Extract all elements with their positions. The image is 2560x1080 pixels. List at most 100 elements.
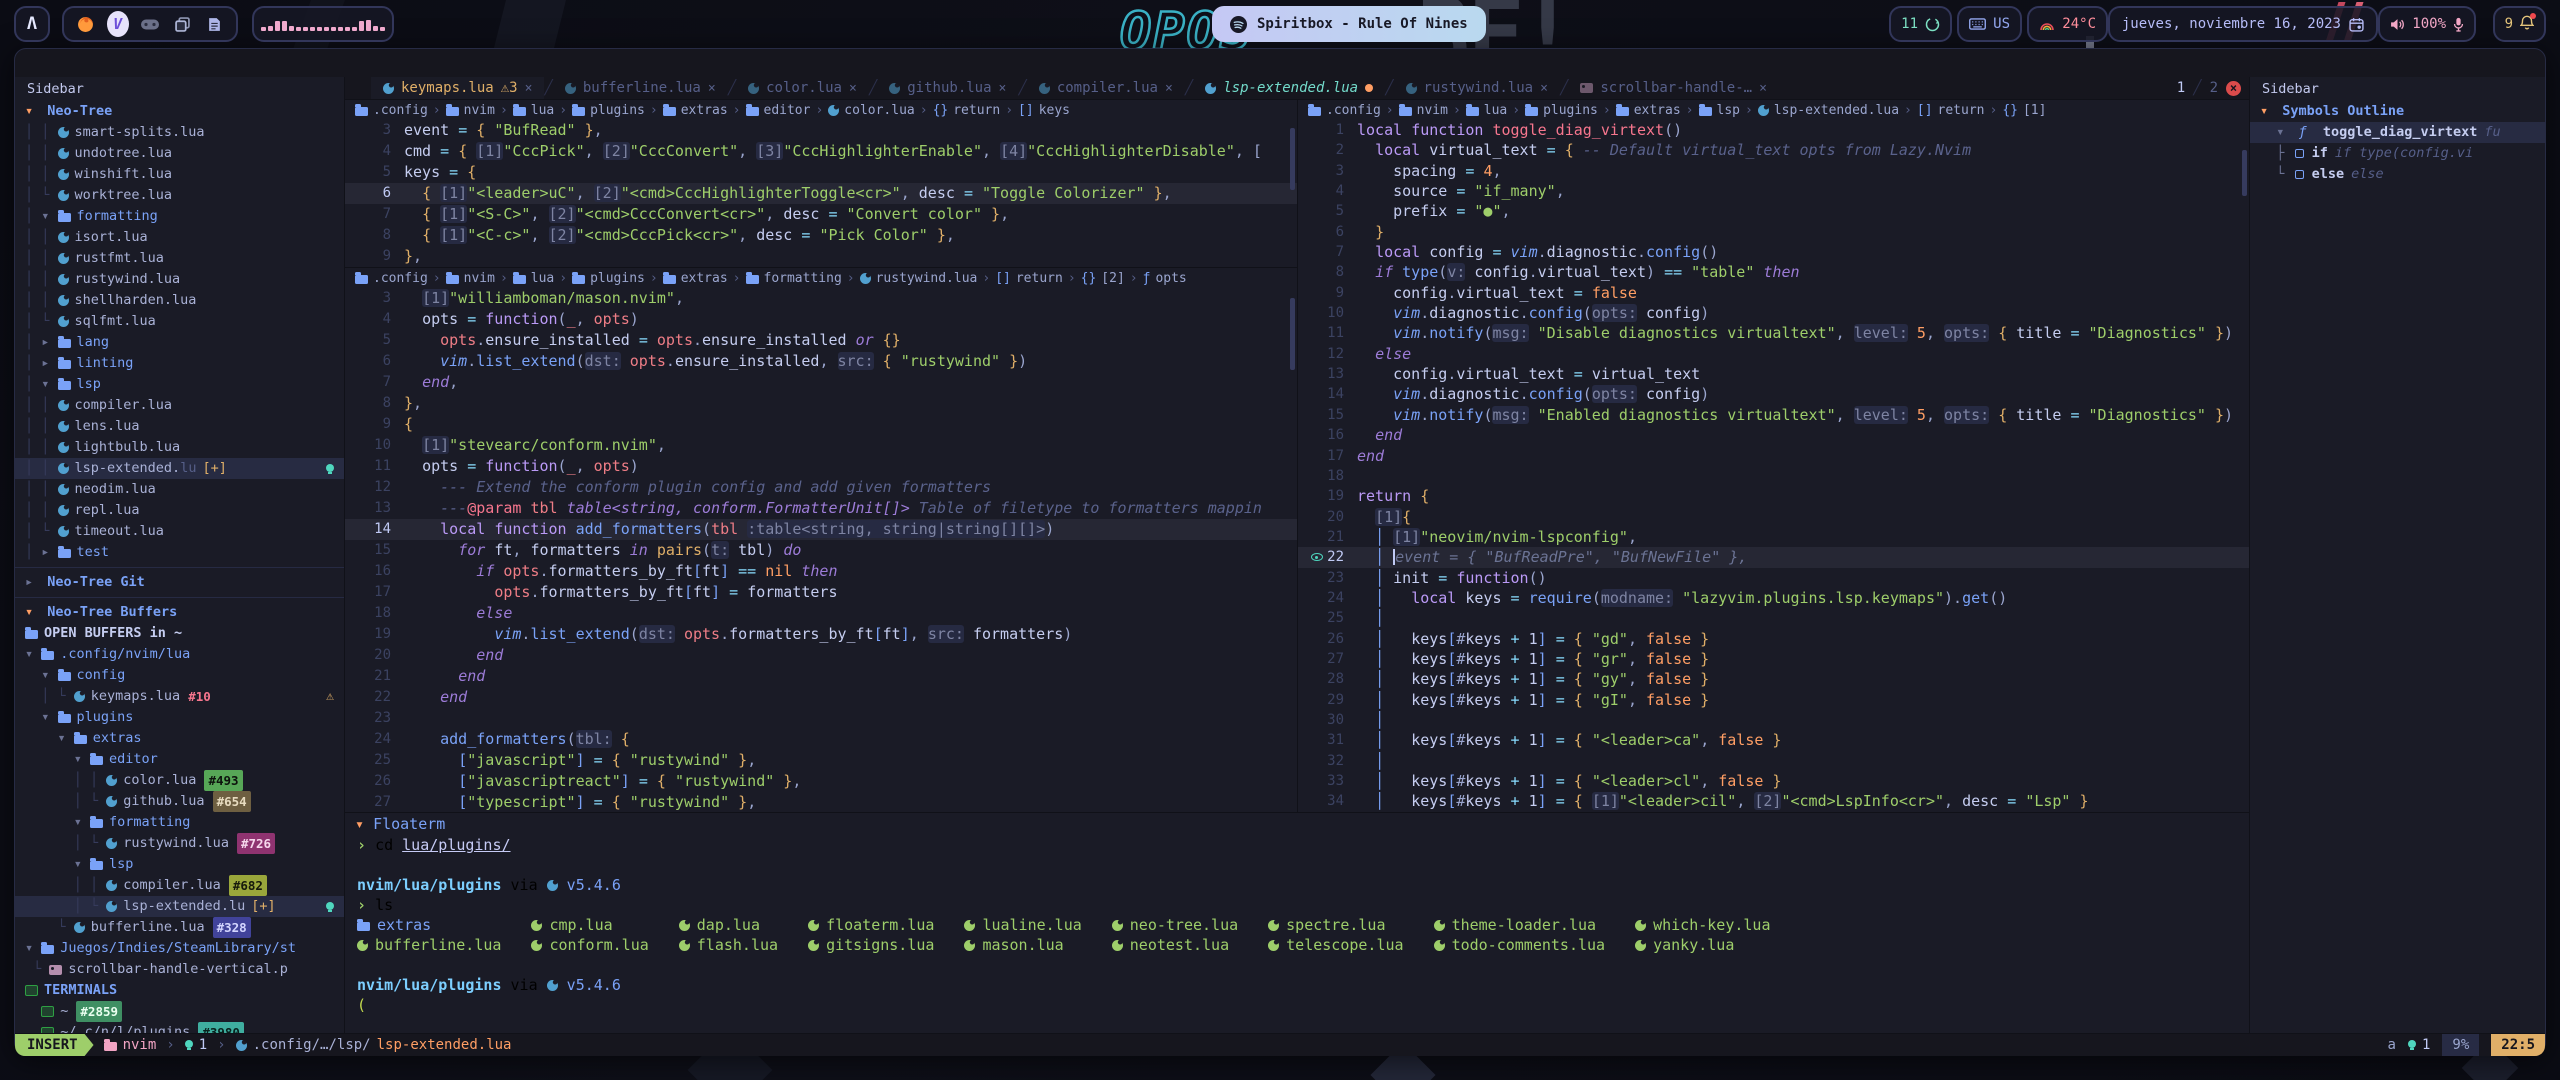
code-line[interactable]: 17 opts.formatters_by_ft[ft] = formatter… <box>345 582 1297 603</box>
code-line[interactable]: 9{ <box>345 414 1297 435</box>
tree-item[interactable]: ▾ .config/nvim/lua <box>15 644 344 665</box>
code-line[interactable]: 7 { [1]"<S-C>", [2]"<cmd>CccConvert<cr>"… <box>345 204 1297 225</box>
code-line[interactable]: 6 } <box>1298 222 2249 242</box>
tree-item[interactable]: │ │ lsp-extended.lu[+] <box>15 458 344 479</box>
terminals-header[interactable]: TERMINALS <box>15 980 344 1001</box>
tab-keymapslua[interactable]: keymaps.lua⚠3× <box>371 77 544 99</box>
code-line[interactable]: 7 local config = vim.diagnostic.config() <box>1298 242 2249 262</box>
tab-lsp-extendedlua[interactable]: lsp-extended.lua <box>1193 77 1385 99</box>
scrollbar-handle[interactable] <box>1290 128 1295 190</box>
tab-compilerlua[interactable]: compiler.lua× <box>1027 77 1185 99</box>
code-line[interactable]: 16 if opts.formatters_by_ft[ft] == nil t… <box>345 561 1297 582</box>
tree-item[interactable]: │ ▸ lang <box>15 332 344 353</box>
code-line[interactable]: 22 │ event = { "BufReadPre", "BufNewFile… <box>1298 547 2249 567</box>
tree-item[interactable]: │ │ compiler.lua#682 <box>15 875 344 896</box>
workspace-windows[interactable] <box>171 13 193 35</box>
code-line[interactable]: 11 vim.notify(msg: "Disable diagnostics … <box>1298 323 2249 343</box>
tree-item[interactable]: ▾ plugins <box>15 707 344 728</box>
tree-item[interactable]: ▾ extras <box>15 728 344 749</box>
code-line[interactable]: 9}, <box>345 246 1297 267</box>
tree-item[interactable]: │ └ github.lua#654 <box>15 791 344 812</box>
code-line[interactable]: 24 add_formatters(tbl: { <box>345 729 1297 750</box>
now-playing-widget[interactable]: Spiritbox - Rule Of Nines <box>1212 6 1486 42</box>
code-line[interactable]: 20 end <box>345 645 1297 666</box>
code-line[interactable]: 27 ["typescript"] = { "rustywind" }, <box>345 792 1297 812</box>
clock-widget[interactable]: jueves, noviembre 16, 2023 <box>2108 6 2378 42</box>
code-line[interactable]: 5 prefix = "●", <box>1298 201 2249 221</box>
code-line[interactable]: 6 vim.list_extend(dst: opts.ensure_insta… <box>345 351 1297 372</box>
tree-item[interactable]: │ ▾ lsp <box>15 374 344 395</box>
symbol-item[interactable]: ▾ ƒ toggle_diag_virtextfu <box>2250 122 2545 143</box>
workspace-firefox[interactable] <box>74 13 96 35</box>
code-line[interactable]: 1local function toggle_diag_virtext() <box>1298 120 2249 140</box>
tree-item[interactable]: │ └ rustywind.lua#726 <box>15 833 344 854</box>
code-line[interactable]: 3 [1]"williamboman/mason.nvim", <box>345 288 1297 309</box>
code-line[interactable]: 13 config.virtual_text = virtual_text <box>1298 364 2249 384</box>
code-line[interactable]: 14 vim.diagnostic.config(opts: config) <box>1298 384 2249 404</box>
code-line[interactable]: 4cmd = { [1]"CccPick", [2]"CccConvert", … <box>345 141 1297 162</box>
code-line[interactable]: 26 ["javascriptreact"] = { "rustywind" }… <box>345 771 1297 792</box>
tree-item[interactable]: │ │ smart-splits.lua <box>15 122 344 143</box>
tree-item[interactable]: │ └ lsp-extended.lu[+] <box>15 896 344 917</box>
code-line[interactable]: 6 { [1]"<leader>uC", [2]"<cmd>CccHighlig… <box>345 183 1297 204</box>
code-line[interactable]: 4 opts = function(_, opts) <box>345 309 1297 330</box>
tree-item[interactable]: ▾ lsp <box>15 854 344 875</box>
code-line[interactable]: 13 ---@param tbl table<string, conform.F… <box>345 498 1297 519</box>
code-line[interactable]: 21 │ [1]"neovim/nvim-lspconfig", <box>1298 527 2249 547</box>
code-line[interactable]: 5 opts.ensure_installed = opts.ensure_in… <box>345 330 1297 351</box>
close-all-button[interactable]: × <box>2226 81 2241 96</box>
tree-section-header[interactable]: ▸ Neo-Tree Git <box>15 572 344 593</box>
tab-scrollbar-handle-[interactable]: scrollbar-handle-…× <box>1568 77 1779 99</box>
code-line[interactable]: 8 if type(v: config.virtual_text) == "ta… <box>1298 262 2249 282</box>
code-line[interactable]: 26 │ keys[#keys + 1] = { "gd", false } <box>1298 629 2249 649</box>
code-line[interactable]: 30 │ <box>1298 710 2249 730</box>
tab-rustywindlua[interactable]: rustywind.lua× <box>1394 77 1560 99</box>
workspace-documents[interactable] <box>204 13 226 35</box>
code-line[interactable]: 32 │ <box>1298 751 2249 771</box>
tree-item[interactable]: └ bufferline.lua#328 <box>15 917 344 938</box>
code-line[interactable]: 27 │ keys[#keys + 1] = { "gr", false } <box>1298 649 2249 669</box>
code-line[interactable]: 17end <box>1298 446 2249 466</box>
floaterm-header[interactable]: ▾ Floaterm <box>345 813 2249 835</box>
tab-githublua[interactable]: github.lua× <box>877 77 1018 99</box>
weather-widget[interactable]: 24°C <box>2027 6 2108 42</box>
tree-item[interactable]: │ │ lightbulb.lua <box>15 437 344 458</box>
code-line[interactable]: 15 vim.notify(msg: "Enabled diagnostics … <box>1298 405 2249 425</box>
app-launcher-button[interactable]: Λ <box>14 6 50 42</box>
symbols-outline-header[interactable]: ▾ Symbols Outline <box>2250 101 2545 122</box>
tree-item[interactable]: │ │ repl.lua <box>15 500 344 521</box>
notifications-widget[interactable]: 9 <box>2493 6 2546 42</box>
code-line[interactable]: 23 <box>345 708 1297 729</box>
tab-colorlua[interactable]: color.lua× <box>736 77 869 99</box>
symbol-item[interactable]: └ elseelse <box>2250 164 2545 185</box>
tree-item[interactable]: └ scrollbar-handle-vertical.p <box>15 959 344 980</box>
code-line[interactable]: 34 │ keys[#keys + 1] = { [1]"<leader>cil… <box>1298 791 2249 811</box>
code-line[interactable]: 19 vim.list_extend(dst: opts.formatters_… <box>345 624 1297 645</box>
tree-item[interactable]: OPEN BUFFERS in ~ <box>15 623 344 644</box>
tree-item[interactable]: │ │ rustywind.lua <box>15 269 344 290</box>
code-line[interactable]: 4 source = "if_many", <box>1298 181 2249 201</box>
tree-item[interactable]: │ │ neodim.lua <box>15 479 344 500</box>
updates-widget[interactable]: 11 <box>1889 6 1952 42</box>
tree-item[interactable]: │ │ isort.lua <box>15 227 344 248</box>
tree-item[interactable]: │ │ compiler.lua <box>15 395 344 416</box>
code-line[interactable]: 24 │ local keys = require(modname: "lazy… <box>1298 588 2249 608</box>
tree-item[interactable]: │ └ worktree.lua <box>15 185 344 206</box>
code-line[interactable]: 12 else <box>1298 344 2249 364</box>
code-line[interactable]: 29 │ keys[#keys + 1] = { "gI", false } <box>1298 690 2249 710</box>
workspace-switcher[interactable]: V <box>62 6 238 42</box>
tree-item[interactable]: ~/.c/n/l/plugins#3980 <box>15 1022 344 1033</box>
keyboard-layout-widget[interactable]: US <box>1957 6 2022 42</box>
symbol-item[interactable]: ├ ifif type(config.vi <box>2250 143 2545 164</box>
scrollbar-handle[interactable] <box>2242 150 2247 196</box>
code-line[interactable]: 3 spacing = 4, <box>1298 161 2249 181</box>
tree-section-header[interactable]: ▾ Neo-Tree <box>15 101 344 122</box>
tree-item[interactable]: │ └ keymaps.lua#10⚠ <box>15 686 344 707</box>
code-line[interactable]: 3event = { "BufRead" }, <box>345 120 1297 141</box>
tree-item[interactable]: │ │ color.lua#493 <box>15 770 344 791</box>
code-line[interactable]: 8 { [1]"<C-c>", [2]"<cmd>CccPick<cr>", d… <box>345 225 1297 246</box>
floaterm-terminal[interactable]: ▾ Floaterm› cd lua/plugins/nvim/lua/plug… <box>345 812 2249 1033</box>
code-line[interactable]: 18 else <box>345 603 1297 624</box>
tree-item[interactable]: │ ▾ formatting <box>15 206 344 227</box>
code-line[interactable]: 18 <box>1298 466 2249 486</box>
